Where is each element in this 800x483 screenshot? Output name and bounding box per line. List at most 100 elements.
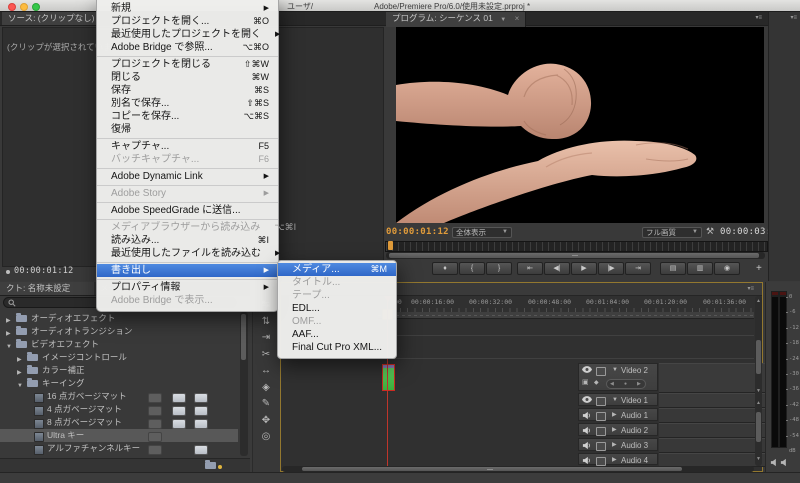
- track-twirl-icon[interactable]: ▶: [612, 440, 617, 451]
- next-keyframe-icon[interactable]: ▶: [637, 381, 641, 387]
- button-editor-button[interactable]: +: [756, 262, 762, 275]
- speaker-icon[interactable]: [780, 458, 789, 467]
- track-twirl-icon[interactable]: ▼: [612, 395, 618, 406]
- menu-item-reveal-in-adobe-bridge[interactable]: Adobe Bridge で表示...: [97, 294, 278, 307]
- quality-select[interactable]: フル画質▼: [642, 227, 702, 238]
- timeline-v-scrollbar-thumb[interactable]: [756, 340, 761, 374]
- panel-menu-icon[interactable]: ▾≡: [755, 15, 762, 21]
- menu-item-open-recent-project[interactable]: 最近使用したプロジェクトを開く▶: [97, 28, 278, 41]
- tree-item-audio-transitions[interactable]: ▶オーディオトランジション: [0, 325, 238, 338]
- program-current-timecode[interactable]: 00:00:01:12: [386, 227, 449, 237]
- tree-item-keying[interactable]: ▼キーイング: [0, 377, 238, 390]
- program-playhead-marker[interactable]: [388, 241, 393, 250]
- tree-item-video-effects[interactable]: ▼ビデオエフェクト: [0, 338, 238, 351]
- lift-button[interactable]: ▤: [660, 262, 686, 275]
- close-tab-icon[interactable]: ×: [515, 14, 520, 23]
- timeline-v-scrollbar-thumb[interactable]: [756, 412, 761, 442]
- menu-item-close-project[interactable]: プロジェクトを閉じる⇧⌘W: [97, 58, 278, 71]
- tree-item-image-control[interactable]: ▶イメージコントロール: [0, 351, 238, 364]
- rate-stretch-tool[interactable]: ⇥: [253, 331, 279, 345]
- scroll-down-icon[interactable]: ▼: [756, 456, 761, 462]
- menu-item-import-recent-file[interactable]: 最近使用したファイルを読み込む▶: [97, 247, 278, 260]
- menu-item-capture[interactable]: キャプチャ...F5: [97, 140, 278, 153]
- zoom-window-button[interactable]: [32, 3, 40, 11]
- submenu-item-omf[interactable]: OMF...: [278, 315, 396, 328]
- submenu-item-final-cut-pro-xml[interactable]: Final Cut Pro XML...: [278, 341, 396, 354]
- sync-lock-icon[interactable]: [596, 427, 606, 436]
- scroll-up-icon[interactable]: ▲: [756, 298, 761, 304]
- step-back-button[interactable]: ◀|: [544, 262, 570, 275]
- source-timecode[interactable]: 00:00:01:12: [14, 266, 74, 276]
- program-scrubber[interactable]: [385, 241, 768, 252]
- menu-item-adobe-story[interactable]: Adobe Story▶: [97, 187, 278, 200]
- panel-menu-icon[interactable]: ▾≡: [747, 286, 754, 292]
- track-twirl-icon[interactable]: ▶: [612, 410, 617, 421]
- step-forward-button[interactable]: |▶: [598, 262, 624, 275]
- menu-item-adobe-dynamic-link[interactable]: Adobe Dynamic Link▶: [97, 170, 278, 183]
- scroll-up-icon[interactable]: ▲: [756, 400, 761, 406]
- play-button[interactable]: ▶: [571, 262, 597, 275]
- sync-lock-icon[interactable]: [596, 367, 606, 376]
- tab-source[interactable]: ソース: (クリップなし): [2, 12, 101, 25]
- menu-item-close[interactable]: 閉じる⌘W: [97, 71, 278, 84]
- program-scrollbar[interactable]: [386, 252, 765, 259]
- menu-item-batch-capture[interactable]: バッチキャプチャ...F6: [97, 153, 278, 166]
- menu-item-new[interactable]: 新規▶: [97, 2, 278, 15]
- tree-item-8-point-garbage-matte[interactable]: 8 点ガベージマット: [0, 416, 238, 429]
- go-to-in-button[interactable]: ⇤: [517, 262, 543, 275]
- track-twirl-icon[interactable]: ▶: [612, 425, 617, 436]
- track-twirl-icon[interactable]: ▼: [612, 365, 618, 376]
- hand-tool[interactable]: ✥: [253, 414, 279, 428]
- prev-keyframe-icon[interactable]: ◀: [610, 381, 614, 387]
- tree-item-audio-effects[interactable]: ▶オーディオエフェクト: [0, 312, 238, 325]
- export-frame-button[interactable]: ◉: [714, 262, 740, 275]
- effects-scrollbar[interactable]: [240, 312, 248, 456]
- menu-item-import-from-media-browser[interactable]: メディアブラウザーから読み込み⌥⌘I: [97, 221, 278, 234]
- tree-item-16-point-garbage-matte[interactable]: 16 点ガベージマット: [0, 390, 238, 403]
- toggle-track-output-icon[interactable]: [582, 366, 592, 375]
- pen-tool[interactable]: ✎: [253, 397, 279, 411]
- new-bin-icon[interactable]: [205, 462, 216, 469]
- track-twirl-icon[interactable]: ▶: [612, 455, 617, 466]
- effects-scrollbar-thumb[interactable]: [241, 314, 246, 360]
- menu-item-properties[interactable]: プロパティ情報▶: [97, 281, 278, 294]
- submenu-item-aaf[interactable]: AAF...: [278, 328, 396, 341]
- set-display-style-icon[interactable]: ▣: [582, 377, 589, 389]
- sync-lock-icon[interactable]: [596, 457, 606, 466]
- fit-select[interactable]: 全体表示▼: [452, 227, 512, 238]
- toggle-track-mute-icon[interactable]: [582, 441, 591, 452]
- menu-item-open-project[interactable]: プロジェクトを開く...⌘O: [97, 15, 278, 28]
- sync-lock-icon[interactable]: [596, 397, 606, 406]
- minimize-window-button[interactable]: [20, 3, 28, 11]
- chevron-down-icon[interactable]: ▼: [500, 17, 506, 23]
- tab-project[interactable]: クト: 名称未設定: [0, 282, 105, 295]
- add-keyframe-icon[interactable]: ●: [624, 381, 627, 387]
- close-window-button[interactable]: [8, 3, 16, 11]
- add-marker-button[interactable]: ♦: [432, 262, 458, 275]
- mark-in-button[interactable]: {: [459, 262, 485, 275]
- menu-item-save-as[interactable]: 別名で保存...⇧⌘S: [97, 97, 278, 110]
- menu-item-browse-in-adobe-bridge[interactable]: Adobe Bridge で参照...⌥⌘O: [97, 41, 278, 54]
- extract-button[interactable]: ▥: [687, 262, 713, 275]
- toggle-track-mute-icon[interactable]: [582, 411, 591, 422]
- zoom-tool[interactable]: ◎: [253, 430, 279, 444]
- show-keyframes-icon[interactable]: ◆: [594, 377, 599, 389]
- menu-item-send-to-adobe-speedgrade[interactable]: Adobe SpeedGrade に送信...: [97, 204, 278, 217]
- panel-menu-icon[interactable]: ▾≡: [790, 15, 797, 21]
- scroll-down-icon[interactable]: ▼: [756, 388, 761, 394]
- timeline-ruler[interactable]: 0000:00:16:0000:00:32:0000:00:48:0000:01…: [378, 296, 754, 313]
- toggle-track-mute-icon[interactable]: [582, 426, 591, 437]
- menu-item-save[interactable]: 保存⌘S: [97, 84, 278, 97]
- tree-item-4-point-garbage-matte[interactable]: 4 点ガベージマット: [0, 403, 238, 416]
- menu-item-save-a-copy[interactable]: コピーを保存...⌥⌘S: [97, 110, 278, 123]
- submenu-item-edl[interactable]: EDL...: [278, 302, 396, 315]
- submenu-item-title[interactable]: タイトル...: [278, 276, 396, 289]
- menu-item-import[interactable]: 読み込み...⌘I: [97, 234, 278, 247]
- speaker-icon[interactable]: [770, 458, 779, 467]
- sync-lock-icon[interactable]: [596, 412, 606, 421]
- work-area-bar[interactable]: [378, 312, 754, 319]
- tab-program[interactable]: プログラム: シーケンス 01 ▼ ×: [386, 12, 526, 27]
- tree-item-color-correction[interactable]: ▶カラー補正: [0, 364, 238, 377]
- sync-lock-icon[interactable]: [596, 442, 606, 451]
- wrench-icon[interactable]: ⚒: [706, 226, 714, 237]
